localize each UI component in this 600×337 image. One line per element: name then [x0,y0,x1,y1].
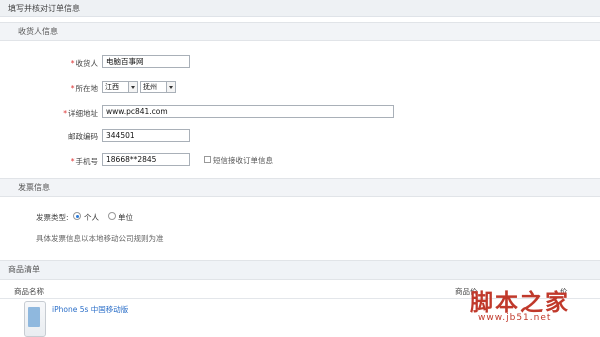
invoice-note: 具体发票信息以本地移动公司规则为准 [36,234,164,243]
receiver-name-label-text: 收货人 [75,59,99,68]
col-product-name: 商品名称 [14,287,44,296]
invoice-company-label: 单位 [118,213,133,222]
phone-label: *手机号 [28,156,98,167]
sms-label: 短信接收订单信息 [213,156,273,165]
sms-checkbox[interactable] [204,156,211,163]
zip-input[interactable]: 344501 [102,129,190,142]
product-name-link[interactable]: iPhone 5s 中国移动版 [52,304,128,315]
phone-label-text: 手机号 [75,157,99,166]
province-select[interactable]: 江西 [102,81,138,93]
receiver-section-title: 收货人信息 [18,27,58,36]
watermark-logo: 脚本之家 [470,289,570,316]
chevron-down-icon [166,82,175,92]
address-input[interactable]: www.pc841.com [102,105,394,118]
required-star: * [70,59,75,68]
region-label-text: 所在地 [75,84,99,93]
required-star: * [70,84,75,93]
watermark-url: www.jb51.net [478,313,552,323]
page-header [0,0,600,17]
address-label-text: 详细地址 [68,109,98,118]
required-star: * [70,157,75,166]
required-star: * [63,109,67,118]
address-label: *详细地址 [28,108,98,119]
receiver-name-label: *收货人 [28,58,98,69]
chevron-down-icon [128,82,137,92]
invoice-company-radio[interactable] [108,212,116,220]
page-title: 填写并核对订单信息 [8,4,80,13]
city-select[interactable]: 抚州 [140,81,176,93]
product-thumbnail[interactable] [24,301,46,337]
receiver-section-header [0,22,600,41]
receiver-name-input[interactable]: 电脑百事网 [102,55,190,68]
products-section-header [0,260,600,280]
invoice-personal-radio[interactable] [73,212,81,220]
products-section-title: 商品清单 [8,265,40,274]
region-label: *所在地 [28,83,98,94]
phone-input[interactable]: 18668**2845 [102,153,190,166]
invoice-personal-label: 个人 [84,213,99,222]
invoice-section-title: 发票信息 [18,183,50,192]
zip-label: 邮政编码 [68,132,98,141]
invoice-type-label: 发票类型: [36,213,69,222]
invoice-section-header [0,178,600,197]
province-select-value: 江西 [105,83,119,91]
city-select-value: 抚州 [143,83,157,91]
